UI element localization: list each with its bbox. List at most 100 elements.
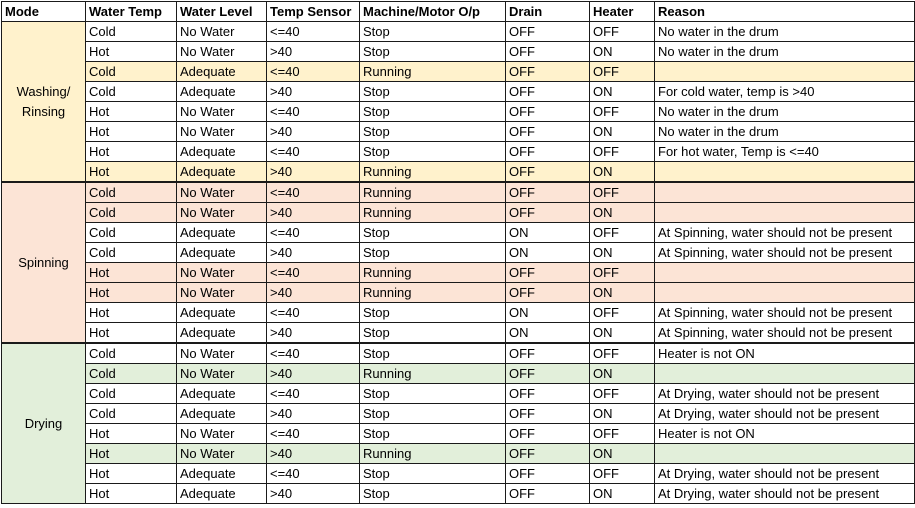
- reason-cell: For hot water, Temp is <=40: [654, 141, 915, 162]
- drain-cell: ON: [505, 242, 590, 263]
- heater-cell: OFF: [589, 262, 655, 283]
- water-level-cell: No Water: [176, 101, 267, 122]
- table-row: Cold Adequate <=40 Stop OFF OFF At Drying, wat…: [2, 383, 915, 404]
- water-level-cell: No Water: [176, 363, 267, 384]
- heater-cell: OFF: [589, 302, 655, 323]
- table-row: Hot Adequate >40 Stop ON ON At Spinning, water…: [2, 322, 915, 344]
- drain-cell: OFF: [505, 101, 590, 122]
- heater-cell: OFF: [589, 181, 655, 203]
- temp-sensor-cell: <=40: [266, 141, 360, 162]
- temp-sensor-cell: >40: [266, 41, 360, 62]
- water-level-cell: No Water: [176, 181, 267, 203]
- temp-sensor-cell: <=40: [266, 181, 360, 203]
- table-row: Cold Adequate <=40 Stop ON OFF At Spinning, wa…: [2, 222, 915, 243]
- drain-cell: OFF: [505, 121, 590, 142]
- temp-sensor-cell: <=40: [266, 463, 360, 484]
- reason-cell: At Spinning, water should not be present: [654, 242, 915, 263]
- water-temp-cell: Cold: [85, 181, 177, 203]
- motor-output-cell: Stop: [359, 222, 506, 243]
- water-temp-cell: Hot: [85, 262, 177, 283]
- header-mode: Mode: [1, 1, 86, 22]
- heater-cell: ON: [589, 242, 655, 263]
- header-row: Mode Water Temp Water Level Temp Sensor …: [1, 1, 915, 22]
- water-level-cell: No Water: [176, 262, 267, 283]
- motor-output-cell: Running: [359, 282, 506, 303]
- heater-cell: ON: [589, 121, 655, 142]
- water-level-cell: Adequate: [176, 161, 267, 183]
- temp-sensor-cell: >40: [266, 282, 360, 303]
- water-temp-cell: Hot: [85, 302, 177, 323]
- table-row: Hot Adequate >40 Stop OFF ON At Drying, water …: [2, 483, 915, 504]
- table-row: Hot No Water >40 Running OFF ON: [2, 443, 915, 464]
- temp-sensor-cell: <=40: [266, 383, 360, 404]
- water-temp-cell: Hot: [85, 141, 177, 162]
- water-temp-cell: Cold: [85, 383, 177, 404]
- heater-cell: OFF: [589, 101, 655, 122]
- temp-sensor-cell: <=40: [266, 262, 360, 283]
- heater-cell: ON: [589, 322, 655, 344]
- heater-cell: ON: [589, 202, 655, 223]
- header-water-temp: Water Temp: [85, 1, 177, 22]
- drain-cell: OFF: [505, 443, 590, 464]
- reason-cell: At Spinning, water should not be present: [654, 302, 915, 323]
- water-level-cell: No Water: [176, 282, 267, 303]
- table-row: Cold No Water >40 Running OFF ON: [2, 202, 915, 223]
- heater-cell: OFF: [589, 383, 655, 404]
- reason-cell: Heater is not ON: [654, 342, 915, 364]
- temp-sensor-cell: <=40: [266, 423, 360, 444]
- table-row: Spinning Cold No Water <=40 Running OFF OFF: [1, 181, 915, 344]
- table-body: Washing/ Rinsing Cold No Water <=40 Stop OFF O…: [1, 21, 915, 504]
- reason-cell: [654, 181, 915, 203]
- motor-output-cell: Running: [359, 161, 506, 183]
- water-temp-cell: Cold: [85, 21, 177, 42]
- motor-output-cell: Stop: [359, 242, 506, 263]
- heater-cell: ON: [589, 81, 655, 102]
- temp-sensor-cell: >40: [266, 161, 360, 183]
- reason-cell: No water in the drum: [654, 121, 915, 142]
- reason-cell: [654, 282, 915, 303]
- water-temp-cell: Cold: [85, 222, 177, 243]
- heater-cell: ON: [589, 483, 655, 504]
- drain-cell: OFF: [505, 262, 590, 283]
- water-temp-cell: Hot: [85, 463, 177, 484]
- water-temp-cell: Hot: [85, 483, 177, 504]
- temp-sensor-cell: <=40: [266, 302, 360, 323]
- motor-output-cell: Stop: [359, 21, 506, 42]
- drain-cell: OFF: [505, 423, 590, 444]
- header-temp-sensor: Temp Sensor: [266, 1, 360, 22]
- motor-output-cell: Running: [359, 202, 506, 223]
- table-row: Hot No Water <=40 Stop OFF OFF No water in the…: [2, 101, 915, 122]
- reason-cell: At Drying, water should not be present: [654, 463, 915, 484]
- temp-sensor-cell: >40: [266, 483, 360, 504]
- drain-cell: OFF: [505, 141, 590, 162]
- reason-cell: No water in the drum: [654, 101, 915, 122]
- reason-cell: Heater is not ON: [654, 423, 915, 444]
- temp-sensor-cell: >40: [266, 121, 360, 142]
- motor-output-cell: Stop: [359, 121, 506, 142]
- motor-output-cell: Stop: [359, 41, 506, 62]
- drain-cell: OFF: [505, 181, 590, 203]
- drain-cell: OFF: [505, 403, 590, 424]
- table-row: Hot Adequate <=40 Stop OFF OFF For hot water, …: [2, 141, 915, 162]
- header-reason: Reason: [654, 1, 915, 22]
- drain-cell: ON: [505, 222, 590, 243]
- motor-output-cell: Stop: [359, 101, 506, 122]
- reason-cell: [654, 202, 915, 223]
- mode-cell: Washing/ Rinsing: [1, 21, 86, 183]
- motor-output-cell: Stop: [359, 423, 506, 444]
- water-level-cell: No Water: [176, 342, 267, 364]
- table-row: Hot Adequate <=40 Stop ON OFF At Spinning, wat…: [2, 302, 915, 323]
- reason-cell: At Drying, water should not be present: [654, 483, 915, 504]
- heater-cell: ON: [589, 363, 655, 384]
- motor-output-cell: Stop: [359, 141, 506, 162]
- drain-cell: ON: [505, 302, 590, 323]
- temp-sensor-cell: >40: [266, 363, 360, 384]
- mode-condition-table: Mode Water Temp Water Level Temp Sensor …: [1, 1, 915, 504]
- drain-cell: OFF: [505, 342, 590, 364]
- motor-output-cell: Stop: [359, 81, 506, 102]
- drain-cell: OFF: [505, 81, 590, 102]
- reason-cell: [654, 443, 915, 464]
- water-level-cell: No Water: [176, 121, 267, 142]
- drain-cell: OFF: [505, 383, 590, 404]
- heater-cell: OFF: [589, 342, 655, 364]
